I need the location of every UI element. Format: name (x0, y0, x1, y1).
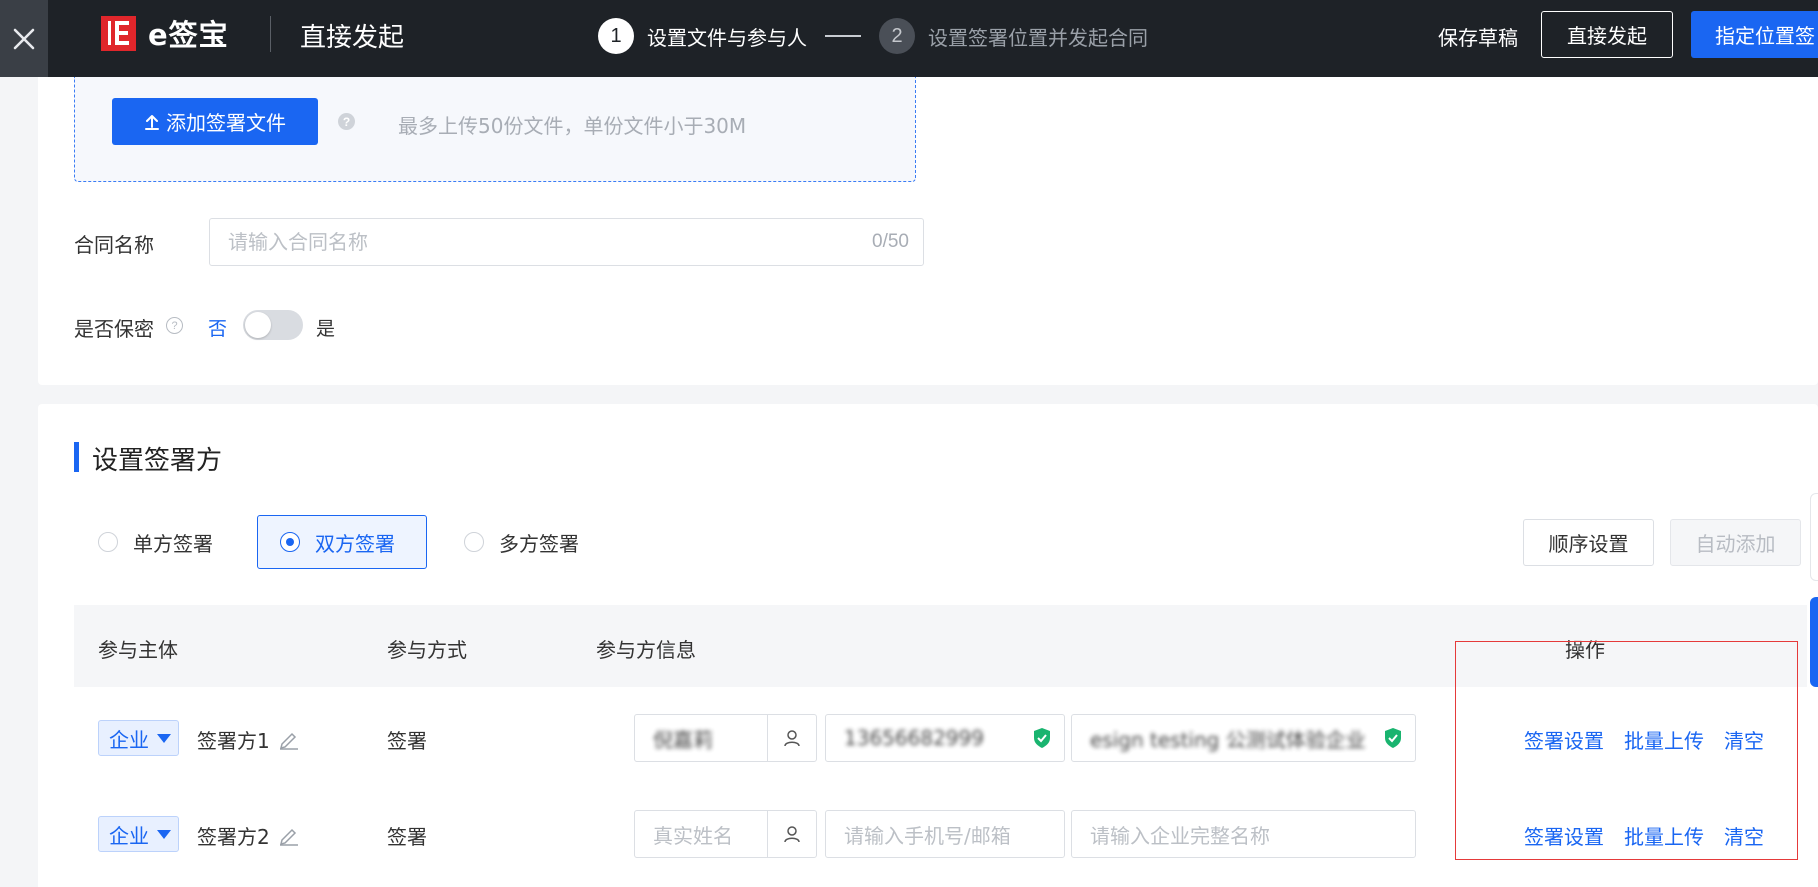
save-draft-button[interactable]: 保存草稿 (1438, 22, 1518, 51)
mode-double-radio[interactable]: 双方签署 (257, 515, 427, 569)
char-counter: 0/50 (872, 231, 909, 252)
upload-icon (145, 114, 159, 130)
file-info-card: 添加签署文件 ? 最多上传50份文件，单份文件小于30M 合同名称 0/50 是… (38, 77, 1818, 385)
divider (270, 16, 271, 52)
order-settings-button[interactable]: 顺序设置 (1523, 519, 1654, 566)
upload-dropzone[interactable]: 添加签署文件 ? 最多上传50份文件，单份文件小于30M (74, 77, 916, 182)
close-icon (13, 28, 35, 49)
col-info: 参与方信息 (596, 638, 696, 662)
clear-link[interactable]: 清空 (1724, 725, 1764, 754)
mode-multi-radio[interactable]: 多方签署 (464, 515, 614, 569)
table-header: 参与主体 参与方式 参与方信息 操作 (74, 605, 1807, 687)
logo-text: e签宝 (148, 18, 229, 52)
clear-link[interactable]: 清空 (1724, 821, 1764, 850)
subject-type-value: 企业 (109, 727, 149, 752)
page-title: 直接发起 (300, 23, 405, 53)
real-name-input[interactable]: 真实姓名 (634, 810, 817, 858)
company-placeholder: 请输入企业完整名称 (1090, 823, 1270, 848)
sign-mode: 签署 (387, 729, 427, 753)
add-file-label: 添加签署文件 (166, 111, 286, 135)
section-accent (74, 442, 79, 472)
side-tab-active[interactable] (1810, 597, 1818, 687)
contact-input[interactable]: 请输入手机号/邮箱 (825, 810, 1065, 858)
step-1-number: 1 (598, 18, 634, 54)
confidential-toggle[interactable] (243, 310, 303, 340)
help-icon[interactable]: ? (338, 113, 355, 130)
verified-shield-icon (1034, 728, 1050, 748)
subject-type-select[interactable]: 企业 (98, 816, 179, 852)
mode-double-label: 双方签署 (315, 531, 395, 556)
signer-name-text: 签署方2 (197, 825, 270, 849)
radio-icon (98, 532, 118, 552)
contact-placeholder: 请输入手机号/邮箱 (844, 823, 1011, 848)
edit-icon[interactable] (278, 730, 300, 750)
contact-picker-button[interactable] (767, 811, 816, 857)
row-actions: 签署设置 批量上传 清空 (1524, 725, 1764, 754)
subject-type-select[interactable]: 企业 (98, 720, 179, 756)
col-actions: 操作 (1565, 638, 1605, 662)
sign-mode: 签署 (387, 825, 427, 849)
step-connector (825, 35, 861, 37)
top-bar: e签宝 直接发起 1 设置文件与参与人 2 设置签署位置并发起合同 保存草稿 直… (0, 0, 1818, 77)
company-input[interactable]: 请输入企业完整名称 (1071, 810, 1416, 858)
sign-settings-link[interactable]: 签署设置 (1524, 821, 1604, 850)
logo: e签宝 (101, 15, 229, 52)
side-tab[interactable] (1810, 493, 1818, 581)
confidential-label: 是否保密 (74, 317, 154, 341)
locate-sign-button[interactable]: 指定位置签 (1691, 11, 1818, 58)
step-2-number: 2 (879, 18, 915, 54)
confidential-yes-label: 是 (316, 319, 336, 340)
radio-icon (464, 532, 484, 552)
confidential-no-label: 否 (208, 319, 228, 340)
step-1-label: 设置文件与参与人 (647, 25, 807, 50)
add-file-button[interactable]: 添加签署文件 (112, 98, 318, 145)
real-name-placeholder: 真实姓名 (653, 823, 733, 848)
caret-down-icon (157, 733, 171, 743)
signer-name: 签署方1 (197, 725, 300, 754)
caret-down-icon (157, 829, 171, 839)
edit-icon[interactable] (278, 826, 300, 846)
step-2-label: 设置签署位置并发起合同 (928, 25, 1148, 50)
stepper: 1 设置文件与参与人 2 设置签署位置并发起合同 (598, 18, 1148, 54)
radio-checked-icon (280, 532, 300, 552)
toggle-knob (245, 312, 271, 338)
table-row: 企业 签署方1 签署 倪嘉莉 13656682999 esign testing… (74, 694, 1807, 782)
signers-card: 设置签署方 单方签署 双方签署 多方签署 顺序设置 自动添加 参与主体 参与方式… (38, 404, 1818, 887)
company-input[interactable]: esign testing 公测试体验企业 (1071, 714, 1416, 762)
user-icon (784, 730, 800, 747)
close-button[interactable] (0, 0, 48, 77)
sign-settings-link[interactable]: 签署设置 (1524, 725, 1604, 754)
verified-shield-icon (1385, 728, 1401, 748)
signer-name-text: 签署方1 (197, 729, 270, 753)
col-mode: 参与方式 (387, 638, 467, 662)
col-subject: 参与主体 (98, 638, 178, 662)
subject-type-value: 企业 (109, 823, 149, 848)
batch-upload-link[interactable]: 批量上传 (1624, 821, 1704, 850)
mode-single-label: 单方签署 (133, 531, 213, 556)
contract-name-field[interactable]: 0/50 (209, 218, 924, 266)
row-actions: 签署设置 批量上传 清空 (1524, 821, 1764, 850)
contact-value: 13656682999 (844, 726, 984, 750)
contract-name-label: 合同名称 (74, 233, 154, 257)
auto-add-button[interactable]: 自动添加 (1670, 519, 1801, 566)
contact-input[interactable]: 13656682999 (825, 714, 1065, 762)
help-icon[interactable]: ? (166, 317, 183, 334)
contract-name-input[interactable] (210, 219, 830, 265)
table-row: 企业 签署方2 签署 真实姓名 请输入手机号/邮箱 请输入企业完整名称 签署设置… (74, 790, 1807, 878)
section-title: 设置签署方 (92, 446, 223, 476)
batch-upload-link[interactable]: 批量上传 (1624, 725, 1704, 754)
signer-name: 签署方2 (197, 821, 300, 850)
mode-multi-label: 多方签署 (499, 531, 579, 556)
real-name-input[interactable]: 倪嘉莉 (634, 714, 817, 762)
logo-mark (101, 15, 136, 51)
contact-picker-button[interactable] (767, 715, 816, 761)
direct-send-button[interactable]: 直接发起 (1541, 11, 1673, 58)
user-icon (784, 826, 800, 843)
mode-single-radio[interactable]: 单方签署 (98, 515, 248, 569)
company-value: esign testing 公测试体验企业 (1090, 727, 1366, 752)
upload-hint: 最多上传50份文件，单份文件小于30M (398, 114, 747, 138)
real-name-value: 倪嘉莉 (653, 727, 713, 752)
